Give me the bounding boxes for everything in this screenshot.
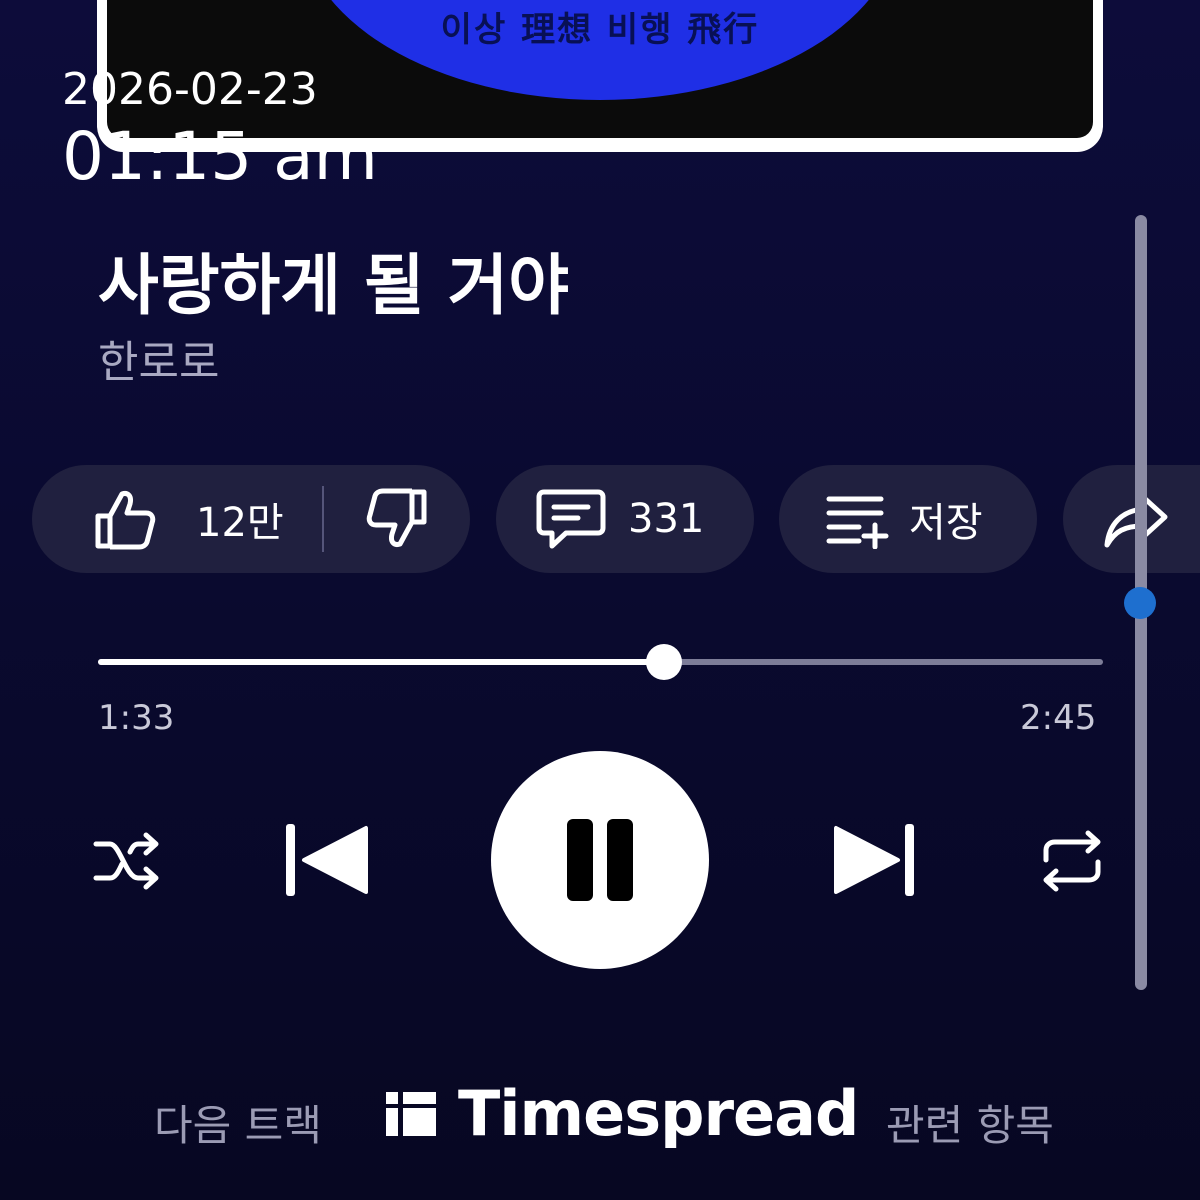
thumbs-down-icon[interactable] xyxy=(364,486,430,552)
pause-icon-right-bar xyxy=(607,819,633,901)
previous-track-icon[interactable] xyxy=(284,822,374,902)
playlist-add-icon xyxy=(825,489,889,550)
save-button[interactable]: 저장 xyxy=(779,465,1037,573)
album-art-title: 이상 理想 비행 飛行 xyxy=(440,10,760,50)
pause-button[interactable] xyxy=(491,751,709,969)
tab-related[interactable]: 관련 항목 xyxy=(886,1092,1054,1153)
share-button[interactable] xyxy=(1063,465,1200,573)
thumbs-up-icon[interactable] xyxy=(92,486,158,552)
like-count[interactable]: 12만 xyxy=(196,490,284,548)
timespread-watermark: Timespread xyxy=(386,1076,859,1150)
watermark-text: Timespread xyxy=(458,1076,859,1150)
scroll-indicator-dot xyxy=(1124,587,1156,619)
pill-divider xyxy=(321,486,324,552)
shuffle-icon[interactable] xyxy=(92,826,164,900)
elapsed-time: 1:33 xyxy=(98,698,175,738)
pause-icon-left-bar xyxy=(567,819,593,901)
timestamp-time: 01:15 am xyxy=(62,118,378,195)
timestamp-date: 2026-02-23 xyxy=(62,64,318,115)
tab-next-track[interactable]: 다음 트랙 xyxy=(154,1092,322,1153)
comments-button[interactable]: 331 xyxy=(496,465,754,573)
progress-bar[interactable] xyxy=(98,644,1103,680)
artist-name[interactable]: 한로로 xyxy=(98,326,219,390)
progress-knob[interactable] xyxy=(646,644,683,680)
like-dislike-pill: 12만 xyxy=(32,465,470,573)
progress-fill xyxy=(98,659,665,665)
comment-icon xyxy=(536,486,606,552)
timespread-logo-icon xyxy=(386,1092,436,1136)
song-title: 사랑하게 될 거야 xyxy=(98,247,569,324)
repeat-icon[interactable] xyxy=(1036,826,1108,900)
total-duration: 2:45 xyxy=(1020,698,1097,738)
next-track-icon[interactable] xyxy=(828,822,918,902)
comment-count: 331 xyxy=(628,496,705,542)
save-label: 저장 xyxy=(909,500,983,546)
